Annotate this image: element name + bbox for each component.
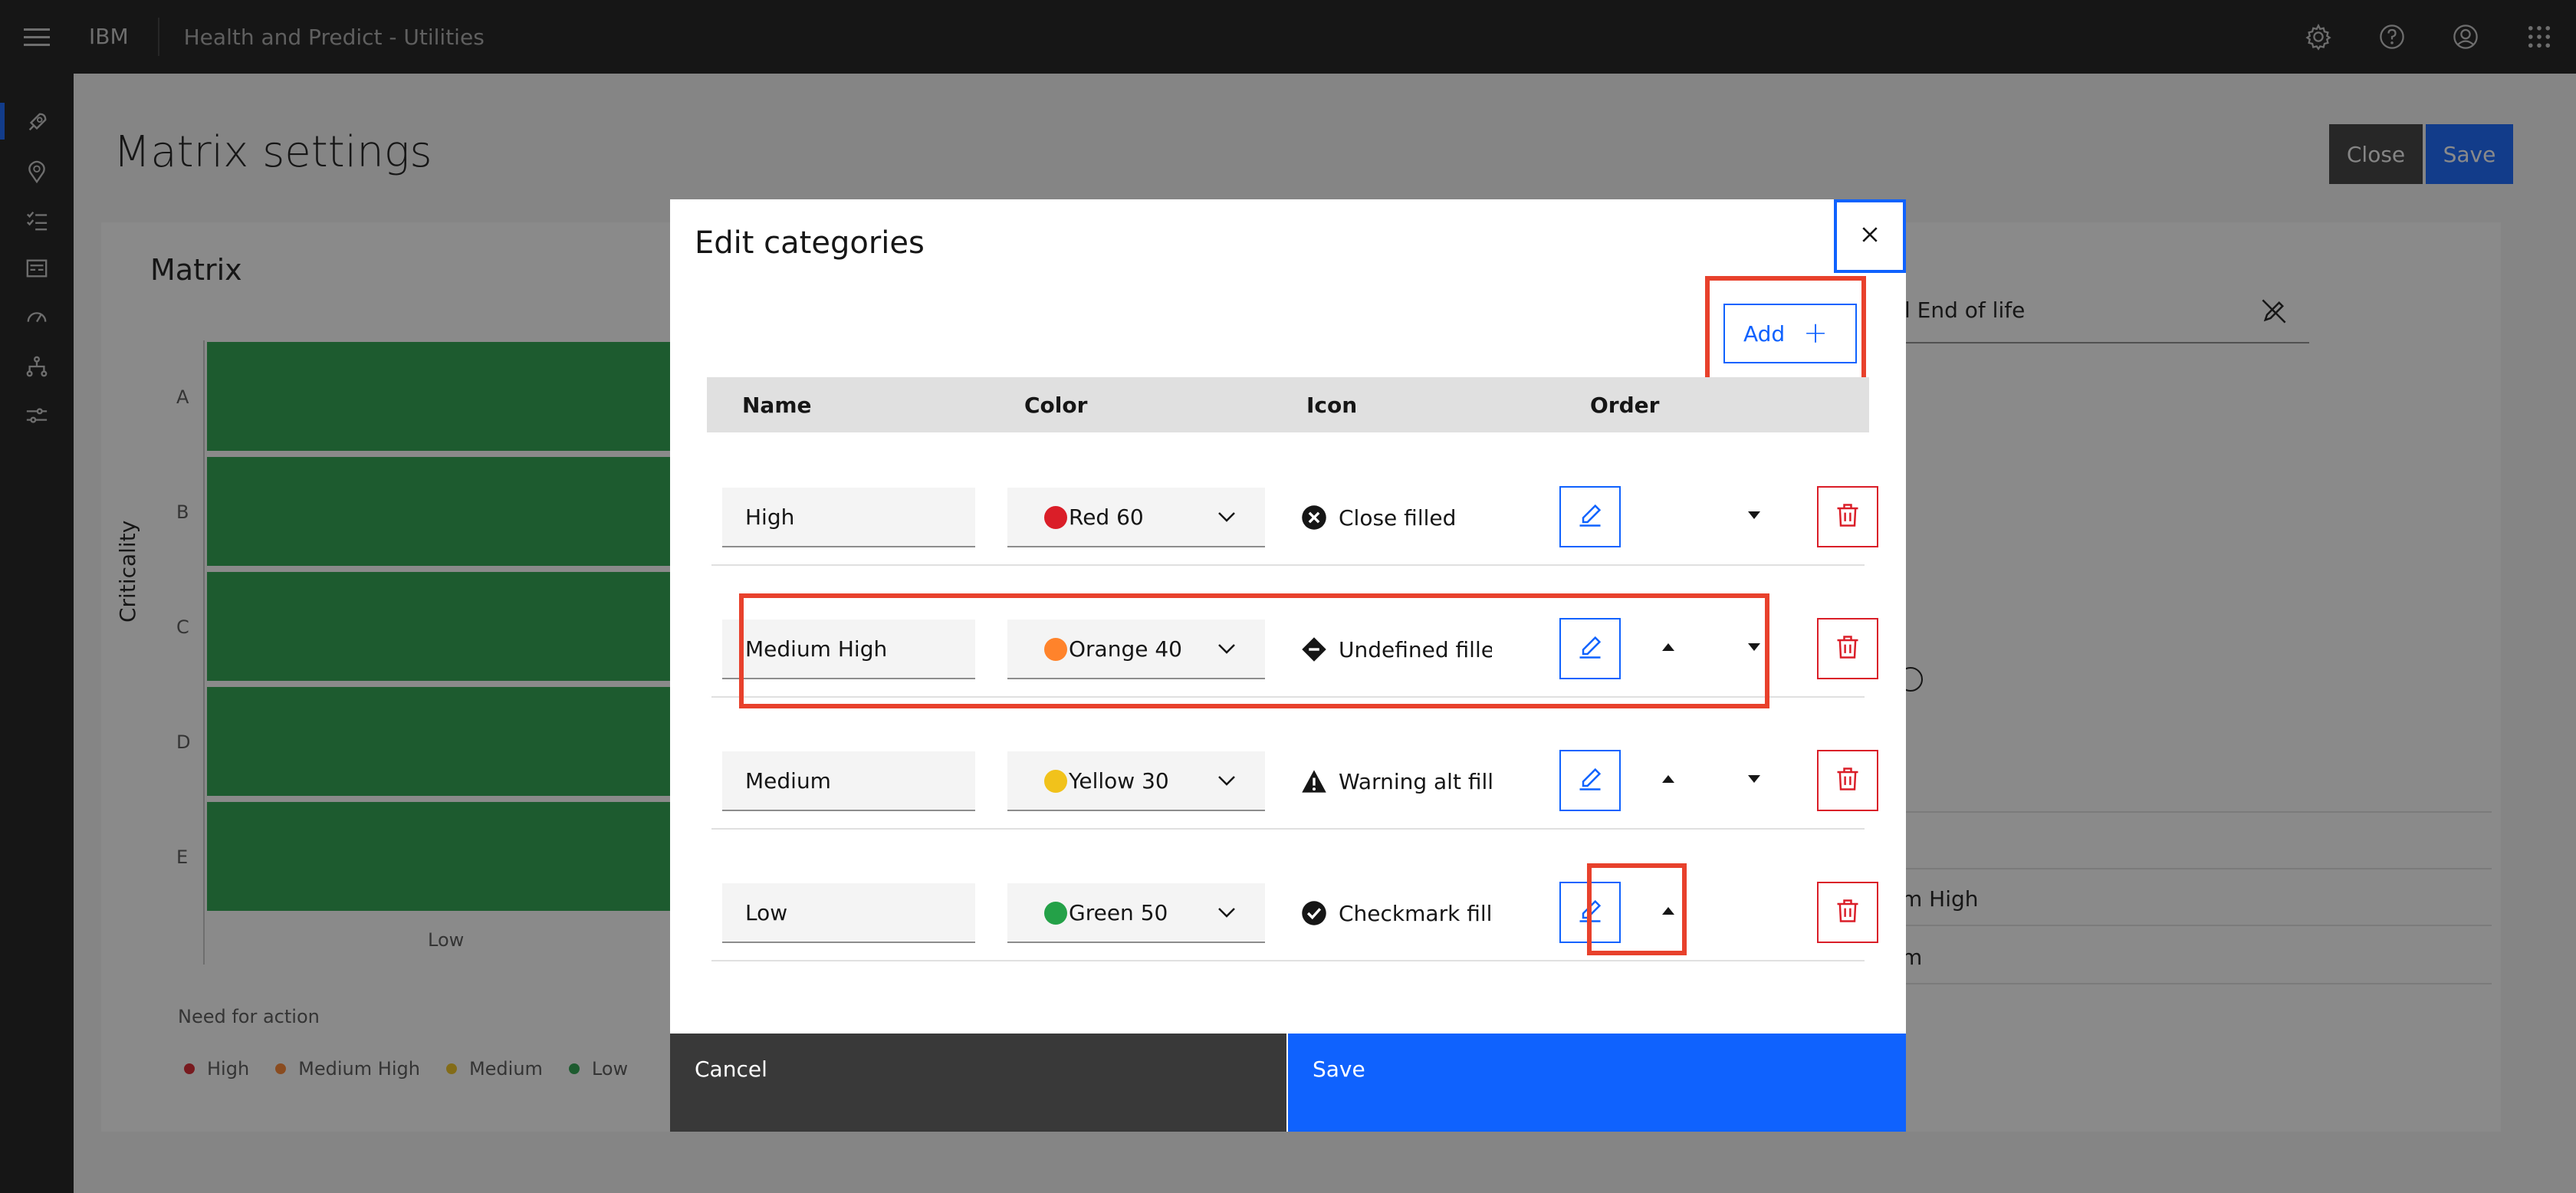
caret-down-icon [1745,506,1763,527]
table-row: Low Green 50 Checkmark filled [711,830,1878,961]
trash-icon [1834,897,1861,928]
chevron-down-icon [1214,504,1239,534]
edit-icon [1576,501,1604,532]
icon-label: Warning alt filled [1339,768,1492,794]
trash-icon [1834,501,1861,532]
color-swatch [1044,770,1067,793]
trash-icon [1834,765,1861,796]
category-name-input[interactable]: Low [722,883,975,943]
table-header: Name Color Icon Order [707,377,1869,432]
color-select-value: Yellow 30 [1069,767,1169,794]
color-select-value: Red 60 [1069,504,1144,530]
close-filled-icon [1300,504,1328,531]
caret-up-icon [1659,770,1677,791]
highlight-box [1587,863,1687,955]
close-icon [1859,224,1881,248]
icon-cell: Warning alt filled [1300,751,1492,811]
trash-icon [1834,633,1861,664]
icon-cell: Checkmark filled [1300,883,1492,943]
save-button[interactable]: Save [1288,1034,1906,1132]
modal-title: Edit categories [695,225,925,261]
table-row: Medium Yellow 30 Warning alt filled [711,698,1878,830]
color-swatch [1044,902,1067,925]
highlight-box [739,593,1769,708]
cancel-button[interactable]: Cancel [670,1034,1288,1132]
column-header-order: Order [1590,393,1660,418]
table-row: High Red 60 Close filled [711,434,1878,566]
column-header-color: Color [1024,393,1088,418]
column-header-name: Name [742,393,812,418]
add-category-button[interactable]: Add + [1723,304,1857,363]
icon-cell: Close filled [1300,488,1492,547]
icon-label: Close filled [1339,504,1457,531]
delete-button[interactable] [1817,486,1878,547]
chevron-down-icon [1214,900,1239,930]
category-name-input[interactable]: Medium [722,751,975,811]
column-header-icon: Icon [1306,393,1358,418]
modal-close-button[interactable] [1834,199,1906,273]
color-select-value: Green 50 [1069,899,1168,925]
move-up-button[interactable] [1645,758,1691,804]
edit-icon-button[interactable] [1559,486,1621,547]
move-down-button[interactable] [1731,494,1777,540]
edit-icon [1576,765,1604,796]
delete-button[interactable] [1817,750,1878,811]
chevron-down-icon [1214,768,1239,798]
color-select[interactable]: Red 60 [1007,488,1265,547]
color-select[interactable]: Yellow 30 [1007,751,1265,811]
caret-down-icon [1745,770,1763,791]
checkmark-filled-icon [1300,899,1328,927]
delete-button[interactable] [1817,618,1878,679]
modal-footer: Cancel Save [670,1034,1906,1132]
edit-categories-modal: Edit categories Add + Name Color Icon Or… [670,199,1906,1132]
category-name-input[interactable]: High [722,488,975,547]
move-down-button[interactable] [1731,758,1777,804]
color-swatch [1044,506,1067,529]
edit-icon-button[interactable] [1559,750,1621,811]
plus-icon: + [1803,316,1828,350]
delete-button[interactable] [1817,882,1878,943]
add-label: Add [1743,320,1786,347]
color-select[interactable]: Green 50 [1007,883,1265,943]
icon-label: Checkmark filled [1339,900,1492,926]
warning-alt-filled-icon [1300,767,1328,795]
